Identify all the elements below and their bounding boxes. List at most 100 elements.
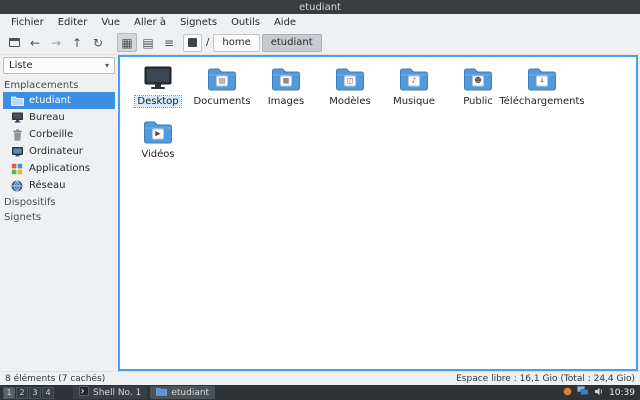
tray-network-icon[interactable] xyxy=(577,386,589,399)
folder-icon xyxy=(156,387,168,399)
forward-button[interactable]: → xyxy=(46,33,66,52)
path-segment-home[interactable]: home xyxy=(213,33,260,52)
tray-status-icon[interactable] xyxy=(563,387,572,399)
downloads-emblem-icon: ↓ xyxy=(536,75,548,87)
taskbar-task-etudiant[interactable]: etudiant xyxy=(150,386,216,399)
network-icon xyxy=(10,180,24,192)
folder-icon: ▶ xyxy=(143,118,173,146)
icon-view-button[interactable]: ▦ xyxy=(117,33,137,52)
sidebar-item-label: Applications xyxy=(29,163,91,174)
workspace-4-button[interactable]: 4 xyxy=(42,386,54,399)
file-item-videos[interactable]: ▶ Vidéos xyxy=(126,114,190,167)
taskbar-task-shell[interactable]: Shell No. 1 xyxy=(73,386,148,399)
trash-icon xyxy=(10,129,24,141)
sidebar-view-select[interactable]: Liste ▾ xyxy=(3,57,115,74)
taskbar-clock[interactable]: 10:39 xyxy=(609,388,635,398)
task-label: etudiant xyxy=(171,387,210,398)
places-button[interactable] xyxy=(183,33,202,52)
menu-editer[interactable]: Editer xyxy=(51,14,95,31)
computer-icon xyxy=(10,146,24,157)
chevron-down-icon: ▾ xyxy=(104,61,109,70)
new-window-icon xyxy=(8,38,20,47)
sidebar-item-applications[interactable]: Applications xyxy=(3,160,115,177)
file-item-modeles[interactable]: ◫ Modèles xyxy=(318,61,382,114)
task-label: Shell No. 1 xyxy=(93,387,142,398)
compact-view-button[interactable]: ▤ xyxy=(138,33,158,52)
taskbar: 1 2 3 4 Shell No. 1 etudiant 10:39 xyxy=(0,385,640,400)
sidebar-item-reseau[interactable]: Réseau xyxy=(3,177,115,194)
file-item-desktop[interactable]: Desktop xyxy=(126,61,190,114)
up-icon: ↑ xyxy=(71,35,83,50)
workspace-1-button[interactable]: 1 xyxy=(3,386,15,399)
sidebar-section-emplacements[interactable]: Emplacements xyxy=(3,77,115,92)
sidebar-item-label: Corbeille xyxy=(29,129,74,140)
file-item-musique[interactable]: ♪ Musique xyxy=(382,61,446,114)
path-root-separator[interactable]: / xyxy=(204,37,211,48)
path-bar: / home etudiant xyxy=(183,33,322,52)
folder-icon: ☻ xyxy=(463,65,493,93)
icon-view-icon: ▦ xyxy=(121,35,133,50)
file-manager-window: etudiant Fichier Editer Vue Aller à Sign… xyxy=(0,0,640,400)
sidebar-item-label: Bureau xyxy=(29,112,65,123)
sidebar-section-dispositifs[interactable]: Dispositifs xyxy=(3,194,115,209)
path-segment-label: home xyxy=(222,37,251,48)
sidebar: Liste ▾ Emplacements etudiant Bureau Cor… xyxy=(0,55,118,371)
music-emblem-icon: ♪ xyxy=(408,75,420,87)
sidebar-item-ordinateur[interactable]: Ordinateur xyxy=(3,143,115,160)
sidebar-item-label: Réseau xyxy=(29,180,66,191)
menu-aide[interactable]: Aide xyxy=(267,14,303,31)
refresh-icon: ↻ xyxy=(92,35,104,50)
menu-signets[interactable]: Signets xyxy=(173,14,224,31)
new-window-button[interactable] xyxy=(4,33,24,52)
workspace-3-button[interactable]: 3 xyxy=(29,386,41,399)
file-label: Documents xyxy=(193,96,251,107)
titlebar[interactable]: etudiant xyxy=(0,0,640,14)
file-item-telechargements[interactable]: ↓ Téléchargements xyxy=(499,61,585,114)
statusbar-free-space: Espace libre : 16,1 Gio (Total : 24,4 Gi… xyxy=(456,373,635,384)
file-item-images[interactable]: ▦ Images xyxy=(254,61,318,114)
menu-vue[interactable]: Vue xyxy=(94,14,127,31)
images-emblem-icon: ▦ xyxy=(280,75,292,87)
sidebar-section-signets[interactable]: Signets xyxy=(3,209,115,224)
workspace-2-button[interactable]: 2 xyxy=(16,386,28,399)
desktop-icon xyxy=(143,65,173,93)
system-tray: 10:39 xyxy=(563,386,637,399)
sidebar-item-etudiant[interactable]: etudiant xyxy=(3,92,115,109)
list-view-icon: ≡ xyxy=(163,35,175,50)
statusbar: 8 éléments (7 cachés) Espace libre : 16,… xyxy=(0,371,640,385)
file-label: Desktop xyxy=(134,95,182,108)
menubar: Fichier Editer Vue Aller à Signets Outil… xyxy=(0,14,640,31)
file-view[interactable]: Desktop ▤ Documents ▦ Images ◫ Modèles ♪… xyxy=(118,55,638,371)
window-title: etudiant xyxy=(299,1,341,13)
file-label: Musique xyxy=(393,96,435,107)
compact-view-icon: ▤ xyxy=(142,35,154,50)
file-label: Vidéos xyxy=(141,149,175,160)
folder-icon: ↓ xyxy=(527,65,557,93)
file-label: Modèles xyxy=(329,96,371,107)
home-folder-icon xyxy=(10,95,24,106)
up-button[interactable]: ↑ xyxy=(67,33,87,52)
file-label: Téléchargements xyxy=(499,96,585,107)
sidebar-view-value: Liste xyxy=(9,60,33,71)
tray-volume-icon[interactable] xyxy=(594,387,604,399)
back-button[interactable]: ← xyxy=(25,33,45,52)
menu-outils[interactable]: Outils xyxy=(224,14,267,31)
folder-icon: ▦ xyxy=(271,65,301,93)
menu-aller-a[interactable]: Aller à xyxy=(127,14,173,31)
list-view-button[interactable]: ≡ xyxy=(159,33,179,52)
folder-icon: ♪ xyxy=(399,65,429,93)
drive-icon xyxy=(188,38,197,47)
sidebar-item-label: Ordinateur xyxy=(29,146,83,157)
folder-icon: ◫ xyxy=(335,65,365,93)
forward-icon: → xyxy=(50,35,62,50)
path-segment-etudiant[interactable]: etudiant xyxy=(261,33,322,52)
videos-emblem-icon: ▶ xyxy=(152,128,164,140)
file-item-documents[interactable]: ▤ Documents xyxy=(190,61,254,114)
sidebar-item-bureau[interactable]: Bureau xyxy=(3,109,115,126)
statusbar-items-count: 8 éléments (7 cachés) xyxy=(5,373,106,384)
documents-emblem-icon: ▤ xyxy=(216,75,228,87)
sidebar-item-corbeille[interactable]: Corbeille xyxy=(3,126,115,143)
terminal-icon xyxy=(79,386,89,399)
menu-fichier[interactable]: Fichier xyxy=(4,14,51,31)
refresh-button[interactable]: ↻ xyxy=(88,33,108,52)
